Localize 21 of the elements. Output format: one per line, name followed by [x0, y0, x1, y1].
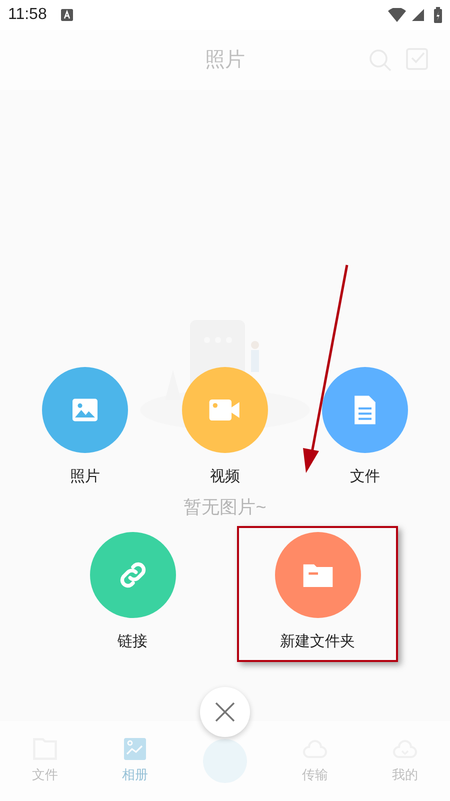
document-icon	[352, 394, 378, 426]
close-icon	[215, 702, 235, 722]
action-item[interactable]: 链接	[52, 526, 213, 662]
close-button[interactable]	[200, 687, 250, 737]
action-item[interactable]: 视频	[155, 361, 295, 497]
image-icon	[123, 737, 147, 762]
nav-label: 我的	[392, 766, 418, 784]
keyboard-icon	[60, 9, 73, 21]
wifi-icon	[388, 8, 406, 22]
action-item[interactable]: 新建文件夹	[237, 526, 398, 662]
signal-icon	[412, 9, 424, 21]
nav-label: 相册	[122, 766, 148, 784]
add-button-background	[203, 739, 247, 783]
status-time: 11:58	[8, 5, 47, 25]
header-title: 照片	[205, 48, 245, 73]
nav-label: 传输	[302, 766, 328, 784]
action-item[interactable]: 文件	[295, 361, 435, 497]
empty-message: 暂无图片~	[184, 496, 266, 519]
battery-icon	[434, 7, 442, 23]
nav-label: 文件	[32, 766, 58, 784]
action-item[interactable]: 照片	[15, 361, 155, 497]
